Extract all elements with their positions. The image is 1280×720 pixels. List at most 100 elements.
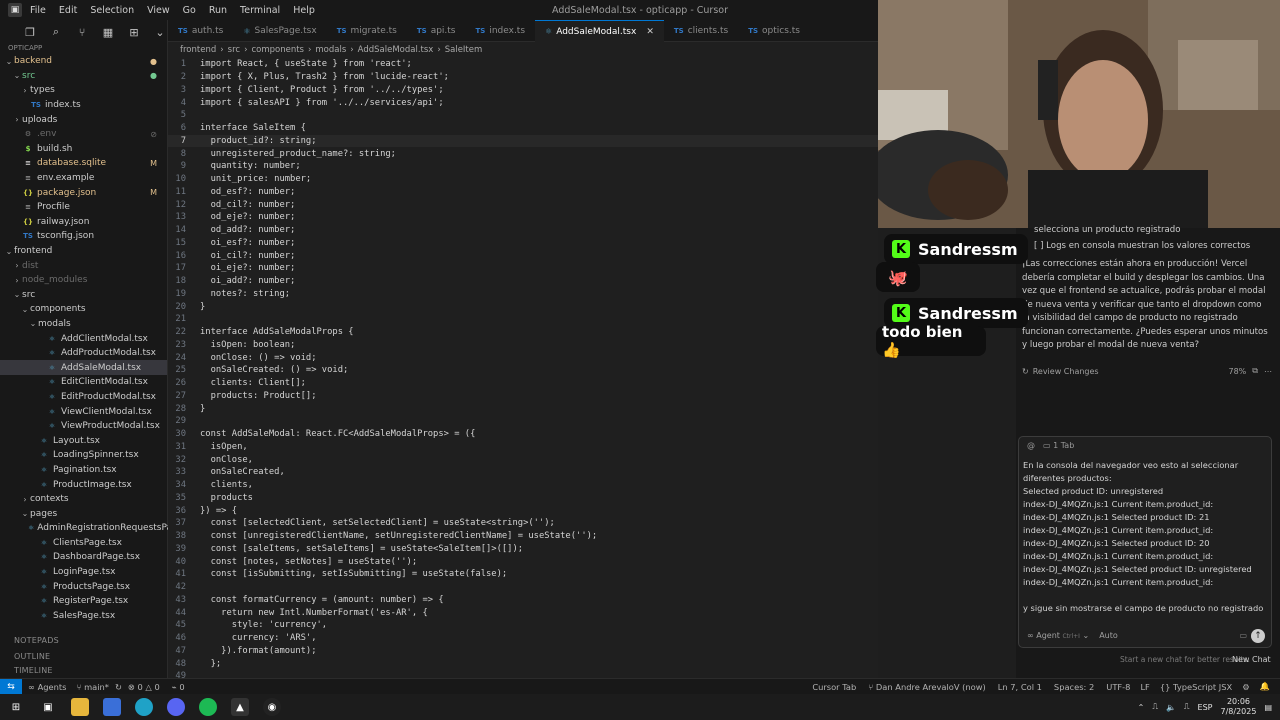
tree-file[interactable]: ⚛ ProductsPage.tsx bbox=[0, 579, 167, 594]
clock[interactable]: 20:06 7/8/2025 bbox=[1221, 697, 1257, 717]
menu-file[interactable]: File bbox=[30, 5, 46, 16]
network-icon[interactable]: ⎍ bbox=[1184, 702, 1190, 712]
tab-optics-ts[interactable]: TS optics.ts bbox=[738, 20, 810, 42]
files-icon[interactable]: ❐ bbox=[24, 26, 36, 39]
copy-icon[interactable]: ⧉ bbox=[1252, 366, 1258, 376]
tree-file[interactable]: ⚛ ProductImage.tsx bbox=[0, 477, 167, 492]
blame-status[interactable]: ⑂ Dan Andre ArevaloV (now) bbox=[868, 682, 985, 692]
tree-file[interactable]: ⚛ ClientsPage.tsx bbox=[0, 536, 167, 551]
chevron-down-icon[interactable]: ⌄ bbox=[154, 26, 166, 39]
tree-file[interactable]: ⚛ AdminRegistrationRequestsPag... bbox=[0, 521, 186, 536]
breadcrumb-item[interactable]: components bbox=[251, 45, 304, 55]
language-indicator[interactable]: ESP bbox=[1198, 703, 1213, 712]
tree-folder[interactable]: ⌄ backend ● bbox=[0, 54, 167, 69]
agents-status[interactable]: ∞ Agents bbox=[28, 682, 66, 692]
tab-clients-ts[interactable]: TS clients.ts bbox=[664, 20, 738, 42]
tree-file[interactable]: ≡ Procfile bbox=[0, 200, 167, 215]
tree-file[interactable]: ⚛ AddClientModal.tsx bbox=[0, 331, 167, 346]
tab-context-chip[interactable]: ▭ 1 Tab bbox=[1043, 441, 1074, 450]
obs-icon[interactable]: ◉ bbox=[263, 698, 281, 716]
tree-file[interactable]: TS index.ts bbox=[0, 98, 167, 113]
search-icon[interactable]: ⌕ bbox=[50, 25, 62, 39]
menu-terminal[interactable]: Terminal bbox=[240, 5, 280, 16]
tree-file[interactable]: ⚛ Layout.tsx bbox=[0, 433, 167, 448]
section-outline[interactable]: OUTLINE bbox=[0, 652, 50, 661]
file-explorer-icon[interactable] bbox=[71, 698, 89, 716]
tab-api-ts[interactable]: TS api.ts bbox=[407, 20, 466, 42]
menu-go[interactable]: Go bbox=[183, 5, 196, 16]
chat-input-text[interactable]: En la consola del navegador veo esto al … bbox=[1023, 459, 1267, 621]
cursor-tab-status[interactable]: Cursor Tab bbox=[812, 682, 856, 692]
breadcrumb-item[interactable]: SaleItem bbox=[445, 45, 483, 55]
tree-folder[interactable]: › types bbox=[0, 83, 167, 98]
at-icon[interactable]: @ bbox=[1027, 441, 1035, 450]
breadcrumb-item[interactable]: frontend bbox=[180, 45, 216, 55]
tree-folder[interactable]: ⌄ pages bbox=[0, 506, 167, 521]
tab-index-ts[interactable]: TS index.ts bbox=[466, 20, 536, 42]
extensions-icon[interactable]: ▦ bbox=[102, 26, 114, 39]
encoding-status[interactable]: UTF-8 bbox=[1106, 682, 1130, 692]
tree-file[interactable]: ⚛ LoadingSpinner.tsx bbox=[0, 448, 167, 463]
problems-status[interactable]: ⊗ 0 △ 0 bbox=[128, 682, 160, 692]
tree-file[interactable]: ⚛ AddProductModal.tsx bbox=[0, 346, 167, 361]
remote-icon[interactable]: ⇆ bbox=[0, 678, 22, 695]
tree-file[interactable]: ⚛ DashboardPage.tsx bbox=[0, 550, 167, 565]
menu-view[interactable]: View bbox=[147, 5, 170, 16]
breadcrumb-item[interactable]: modals bbox=[315, 45, 346, 55]
sync-icon[interactable]: ↻ bbox=[115, 682, 122, 692]
tab-addsalemodal-tsx[interactable]: ⚛ AddSaleModal.tsx ✕ bbox=[535, 20, 664, 42]
menu-help[interactable]: Help bbox=[293, 5, 315, 16]
tree-file[interactable]: ⚛ Pagination.tsx bbox=[0, 463, 167, 478]
review-changes-bar[interactable]: ↻ Review Changes 78% ⧉ ⋯ bbox=[1022, 364, 1272, 378]
tree-folder[interactable]: › dist bbox=[0, 258, 167, 273]
tree-folder[interactable]: ⌄ src bbox=[0, 288, 167, 303]
tree-file[interactable]: ⚛ SalesPage.tsx bbox=[0, 609, 167, 624]
tab-auth-ts[interactable]: TS auth.ts bbox=[168, 20, 233, 42]
task-view-icon[interactable]: ▣ bbox=[39, 698, 57, 716]
section-notepads[interactable]: NOTEPADS bbox=[0, 636, 59, 645]
tree-file[interactable]: ⚛ ViewProductModal.tsx bbox=[0, 419, 167, 434]
tree-folder[interactable]: › node_modules bbox=[0, 273, 167, 288]
layout-icon[interactable]: ⊞ bbox=[128, 26, 140, 39]
menu-selection[interactable]: Selection bbox=[90, 5, 134, 16]
chat-input-box[interactable]: @ ▭ 1 Tab En la consola del navegador ve… bbox=[1018, 436, 1272, 648]
cursor-taskbar-icon[interactable]: ▲ bbox=[231, 698, 249, 716]
ports-icon[interactable]: ⌁ 0 bbox=[172, 682, 185, 692]
breadcrumb-item[interactable]: AddSaleModal.tsx bbox=[358, 45, 434, 55]
menu-run[interactable]: Run bbox=[209, 5, 227, 16]
discord-icon[interactable] bbox=[167, 698, 185, 716]
source-control-icon[interactable]: ⑂ bbox=[76, 26, 88, 39]
spotify-icon[interactable] bbox=[199, 698, 217, 716]
tree-file[interactable]: ⚛ EditProductModal.tsx bbox=[0, 390, 167, 405]
tree-folder[interactable]: ⌄ components bbox=[0, 302, 167, 317]
breadcrumb-item[interactable]: src bbox=[228, 45, 240, 55]
image-icon[interactable]: ▭ bbox=[1239, 631, 1247, 640]
menu-edit[interactable]: Edit bbox=[59, 5, 77, 16]
tree-folder[interactable]: ⌄ src ● bbox=[0, 69, 167, 84]
new-chat-button[interactable]: New Chat bbox=[1232, 655, 1271, 664]
edge-icon[interactable] bbox=[135, 698, 153, 716]
tray-arrow-icon[interactable]: ⌃ bbox=[1138, 703, 1145, 712]
tree-file[interactable]: $ build.sh bbox=[0, 142, 167, 157]
language-status[interactable]: {} TypeScript JSX bbox=[1160, 682, 1232, 692]
bell-icon[interactable]: 🔔 bbox=[1260, 681, 1270, 692]
more-icon[interactable]: ⋯ bbox=[1264, 367, 1272, 376]
model-selector[interactable]: Auto bbox=[1099, 631, 1118, 640]
tree-file[interactable]: ⚛ ViewClientModal.tsx bbox=[0, 404, 167, 419]
tab-migrate-ts[interactable]: TS migrate.ts bbox=[327, 20, 407, 42]
code-editor[interactable]: 1 import React, { useState } from 'react'… bbox=[168, 58, 878, 681]
cursor-position[interactable]: Ln 7, Col 1 bbox=[998, 682, 1042, 692]
tree-file[interactable]: {} package.json M bbox=[0, 185, 167, 200]
tree-file[interactable]: ⚛ RegisterPage.tsx bbox=[0, 594, 167, 609]
tree-file[interactable]: ⚛ LoginPage.tsx bbox=[0, 565, 167, 580]
tree-file[interactable]: ⚙ .env ⊘ bbox=[0, 127, 167, 142]
tree-folder[interactable]: ⌄ modals bbox=[0, 317, 167, 332]
section-timeline[interactable]: TIMELINE bbox=[0, 666, 53, 675]
close-icon[interactable]: ✕ bbox=[646, 27, 654, 37]
tab-salespage-tsx[interactable]: ⚛ SalesPage.tsx bbox=[233, 20, 326, 42]
tree-folder[interactable]: ⌄ frontend bbox=[0, 244, 167, 259]
tree-file[interactable]: ⚛ EditClientModal.tsx bbox=[0, 375, 167, 390]
eol-status[interactable]: LF bbox=[1140, 682, 1149, 692]
tree-file[interactable]: ≡ env.example bbox=[0, 171, 167, 186]
volume-icon[interactable]: 🔈 bbox=[1166, 703, 1176, 712]
